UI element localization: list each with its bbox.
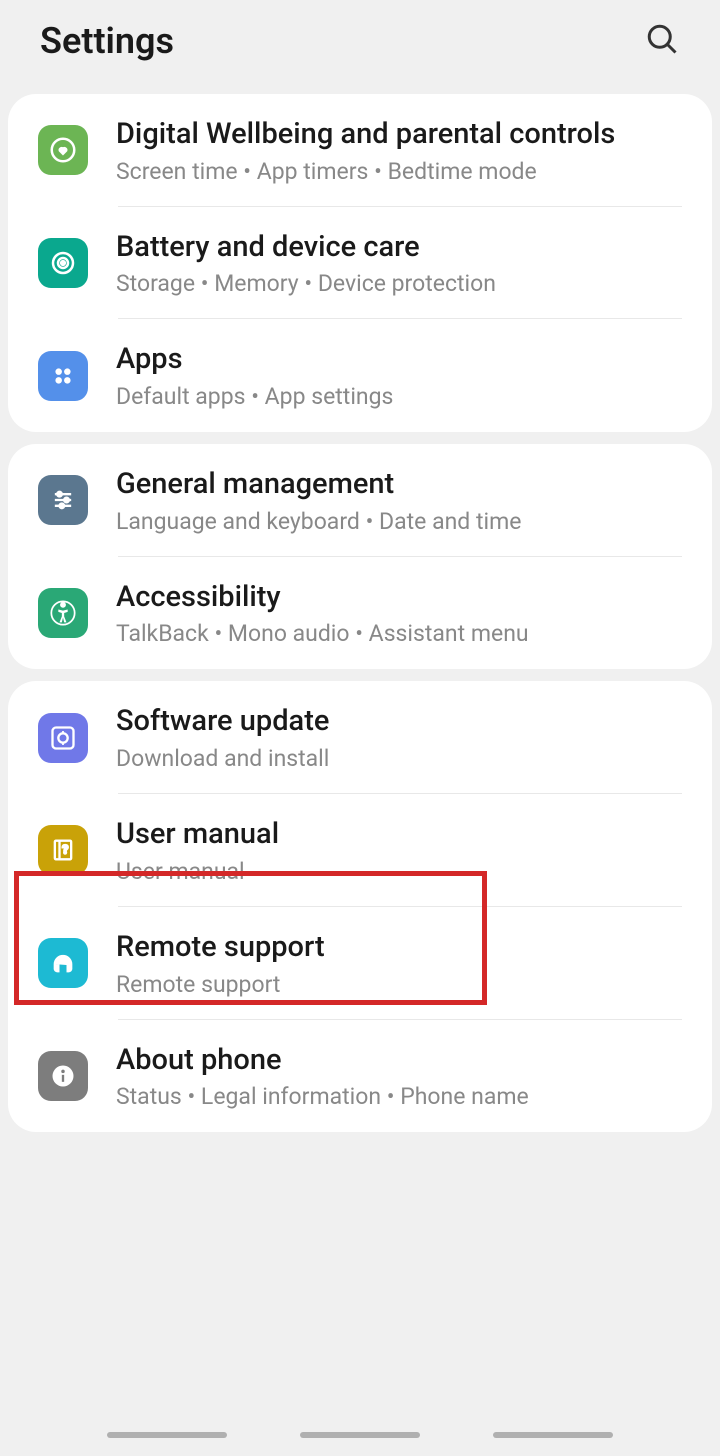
item-subtitle: Screen time • App timers • Bedtime mode bbox=[116, 158, 682, 185]
item-title: About phone bbox=[116, 1042, 682, 1080]
item-text: Apps Default apps • App settings bbox=[116, 341, 682, 410]
item-title: User manual bbox=[116, 816, 682, 854]
item-text: Battery and device care Storage • Memory… bbox=[116, 229, 682, 298]
page-title: Settings bbox=[40, 20, 174, 62]
book-icon: ? bbox=[38, 825, 88, 875]
nav-back[interactable] bbox=[493, 1432, 613, 1438]
item-subtitle: Status • Legal information • Phone name bbox=[116, 1083, 682, 1110]
item-subtitle: Download and install bbox=[116, 745, 682, 772]
item-title: Apps bbox=[116, 341, 682, 379]
nav-home[interactable] bbox=[300, 1432, 420, 1438]
svg-text:?: ? bbox=[62, 843, 68, 857]
item-subtitle: Language and keyboard • Date and time bbox=[116, 508, 682, 535]
refresh-icon bbox=[38, 713, 88, 763]
settings-item-digital-wellbeing[interactable]: Digital Wellbeing and parental controls … bbox=[8, 94, 712, 207]
item-subtitle: TalkBack • Mono audio • Assistant menu bbox=[116, 620, 682, 647]
item-text: General management Language and keyboard… bbox=[116, 466, 682, 535]
headset-icon bbox=[38, 938, 88, 988]
item-title: Remote support bbox=[116, 929, 682, 967]
item-subtitle: Storage • Memory • Device protection bbox=[116, 270, 682, 297]
item-text: Accessibility TalkBack • Mono audio • As… bbox=[116, 579, 682, 648]
item-text: Software update Download and install bbox=[116, 703, 682, 772]
item-title: General management bbox=[116, 466, 682, 504]
settings-item-apps[interactable]: Apps Default apps • App settings bbox=[8, 319, 712, 432]
item-text: About phone Status • Legal information •… bbox=[116, 1042, 682, 1111]
sliders-icon bbox=[38, 475, 88, 525]
person-icon bbox=[38, 588, 88, 638]
info-icon bbox=[38, 1051, 88, 1101]
nav-recents[interactable] bbox=[107, 1432, 227, 1438]
item-title: Battery and device care bbox=[116, 229, 682, 267]
item-subtitle: User manual bbox=[116, 858, 682, 885]
item-title: Digital Wellbeing and parental controls bbox=[116, 116, 682, 154]
item-text: Remote support Remote support bbox=[116, 929, 682, 998]
settings-item-about-phone[interactable]: About phone Status • Legal information •… bbox=[8, 1020, 712, 1133]
heart-circle-icon bbox=[38, 125, 88, 175]
settings-item-remote-support[interactable]: Remote support Remote support bbox=[8, 907, 712, 1020]
settings-item-user-manual[interactable]: ? User manual User manual bbox=[8, 794, 712, 907]
item-title: Software update bbox=[116, 703, 682, 741]
item-text: Digital Wellbeing and parental controls … bbox=[116, 116, 682, 185]
navigation-bar bbox=[0, 1414, 720, 1456]
settings-section: Digital Wellbeing and parental controls … bbox=[8, 94, 712, 432]
settings-section: General management Language and keyboard… bbox=[8, 444, 712, 669]
spiral-icon bbox=[38, 238, 88, 288]
item-subtitle: Remote support bbox=[116, 971, 682, 998]
settings-item-accessibility[interactable]: Accessibility TalkBack • Mono audio • As… bbox=[8, 557, 712, 670]
settings-item-battery-device-care[interactable]: Battery and device care Storage • Memory… bbox=[8, 207, 712, 320]
search-icon[interactable] bbox=[644, 21, 680, 61]
settings-item-software-update[interactable]: Software update Download and install bbox=[8, 681, 712, 794]
item-title: Accessibility bbox=[116, 579, 682, 617]
item-subtitle: Default apps • App settings bbox=[116, 383, 682, 410]
header: Settings bbox=[0, 0, 720, 82]
item-text: User manual User manual bbox=[116, 816, 682, 885]
dots-icon bbox=[38, 351, 88, 401]
settings-section: Software update Download and install ? U… bbox=[8, 681, 712, 1132]
settings-item-general-management[interactable]: General management Language and keyboard… bbox=[8, 444, 712, 557]
